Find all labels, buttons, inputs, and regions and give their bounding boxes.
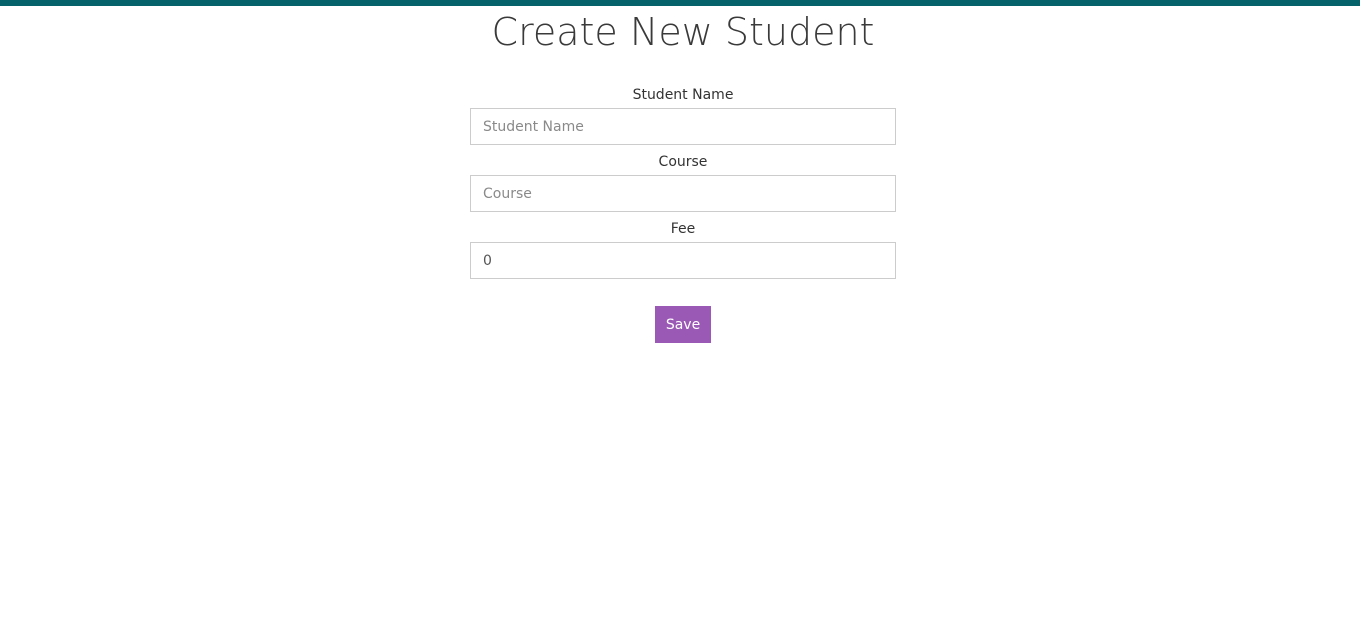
course-label: Course — [658, 154, 708, 170]
course-group: Course — [470, 149, 896, 212]
page-title: Create New Student — [491, 10, 875, 54]
student-name-group: Student Name — [470, 82, 896, 145]
top-accent-bar — [0, 0, 1360, 6]
course-input[interactable] — [470, 175, 896, 212]
create-student-form: Student Name Course Fee — [470, 82, 896, 283]
student-name-input[interactable] — [470, 108, 896, 145]
fee-group: Fee — [470, 216, 896, 279]
student-name-label: Student Name — [632, 87, 734, 103]
form-actions: Save — [655, 306, 711, 343]
save-button[interactable]: Save — [655, 306, 711, 343]
fee-label: Fee — [670, 221, 696, 237]
fee-input[interactable] — [470, 242, 896, 279]
